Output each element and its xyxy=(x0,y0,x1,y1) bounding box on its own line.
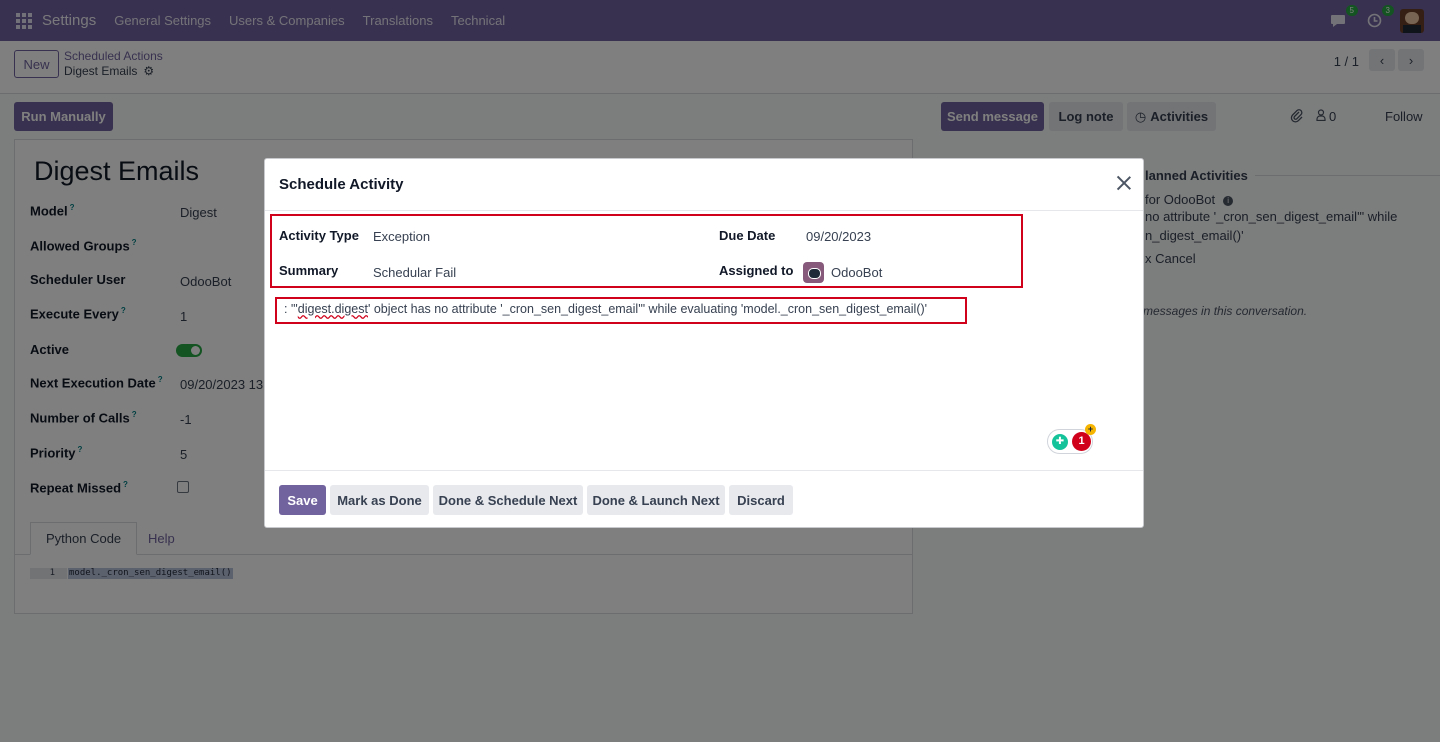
dialog-header: Schedule Activity xyxy=(265,159,1143,211)
discard-button[interactable]: Discard xyxy=(729,485,793,515)
dialog-footer-divider xyxy=(265,470,1143,471)
due-date-value[interactable]: 09/20/2023 xyxy=(806,229,871,244)
save-button[interactable]: Save xyxy=(279,485,326,515)
summary-value[interactable]: Schedular Fail xyxy=(373,265,456,280)
assigned-to-label: Assigned to xyxy=(719,263,794,278)
activity-type-value[interactable]: Exception xyxy=(373,229,430,244)
summary-label: Summary xyxy=(279,263,339,278)
done-schedule-next-button[interactable]: Done & Schedule Next xyxy=(433,485,583,515)
assigned-to-value[interactable]: OdooBot xyxy=(831,265,882,280)
due-date-label: Due Date xyxy=(719,228,776,243)
odoobot-avatar xyxy=(803,262,824,283)
dialog-title: Schedule Activity xyxy=(279,176,404,193)
note-editor[interactable]: : "'digest.digest' object has no attribu… xyxy=(284,302,927,316)
grammar-assistant-widget[interactable]: ✚ 1 + xyxy=(1047,424,1096,454)
close-icon[interactable] xyxy=(1115,174,1133,192)
done-launch-next-button[interactable]: Done & Launch Next xyxy=(587,485,725,515)
mark-as-done-button[interactable]: Mark as Done xyxy=(330,485,429,515)
grammar-logo-icon: ✚ xyxy=(1052,434,1068,450)
grammar-issues-badge: 1 xyxy=(1072,432,1091,451)
activity-type-label: Activity Type xyxy=(279,228,359,243)
schedule-activity-dialog: Schedule Activity Activity Type Exceptio… xyxy=(264,158,1144,528)
plus-icon: + xyxy=(1085,424,1096,435)
